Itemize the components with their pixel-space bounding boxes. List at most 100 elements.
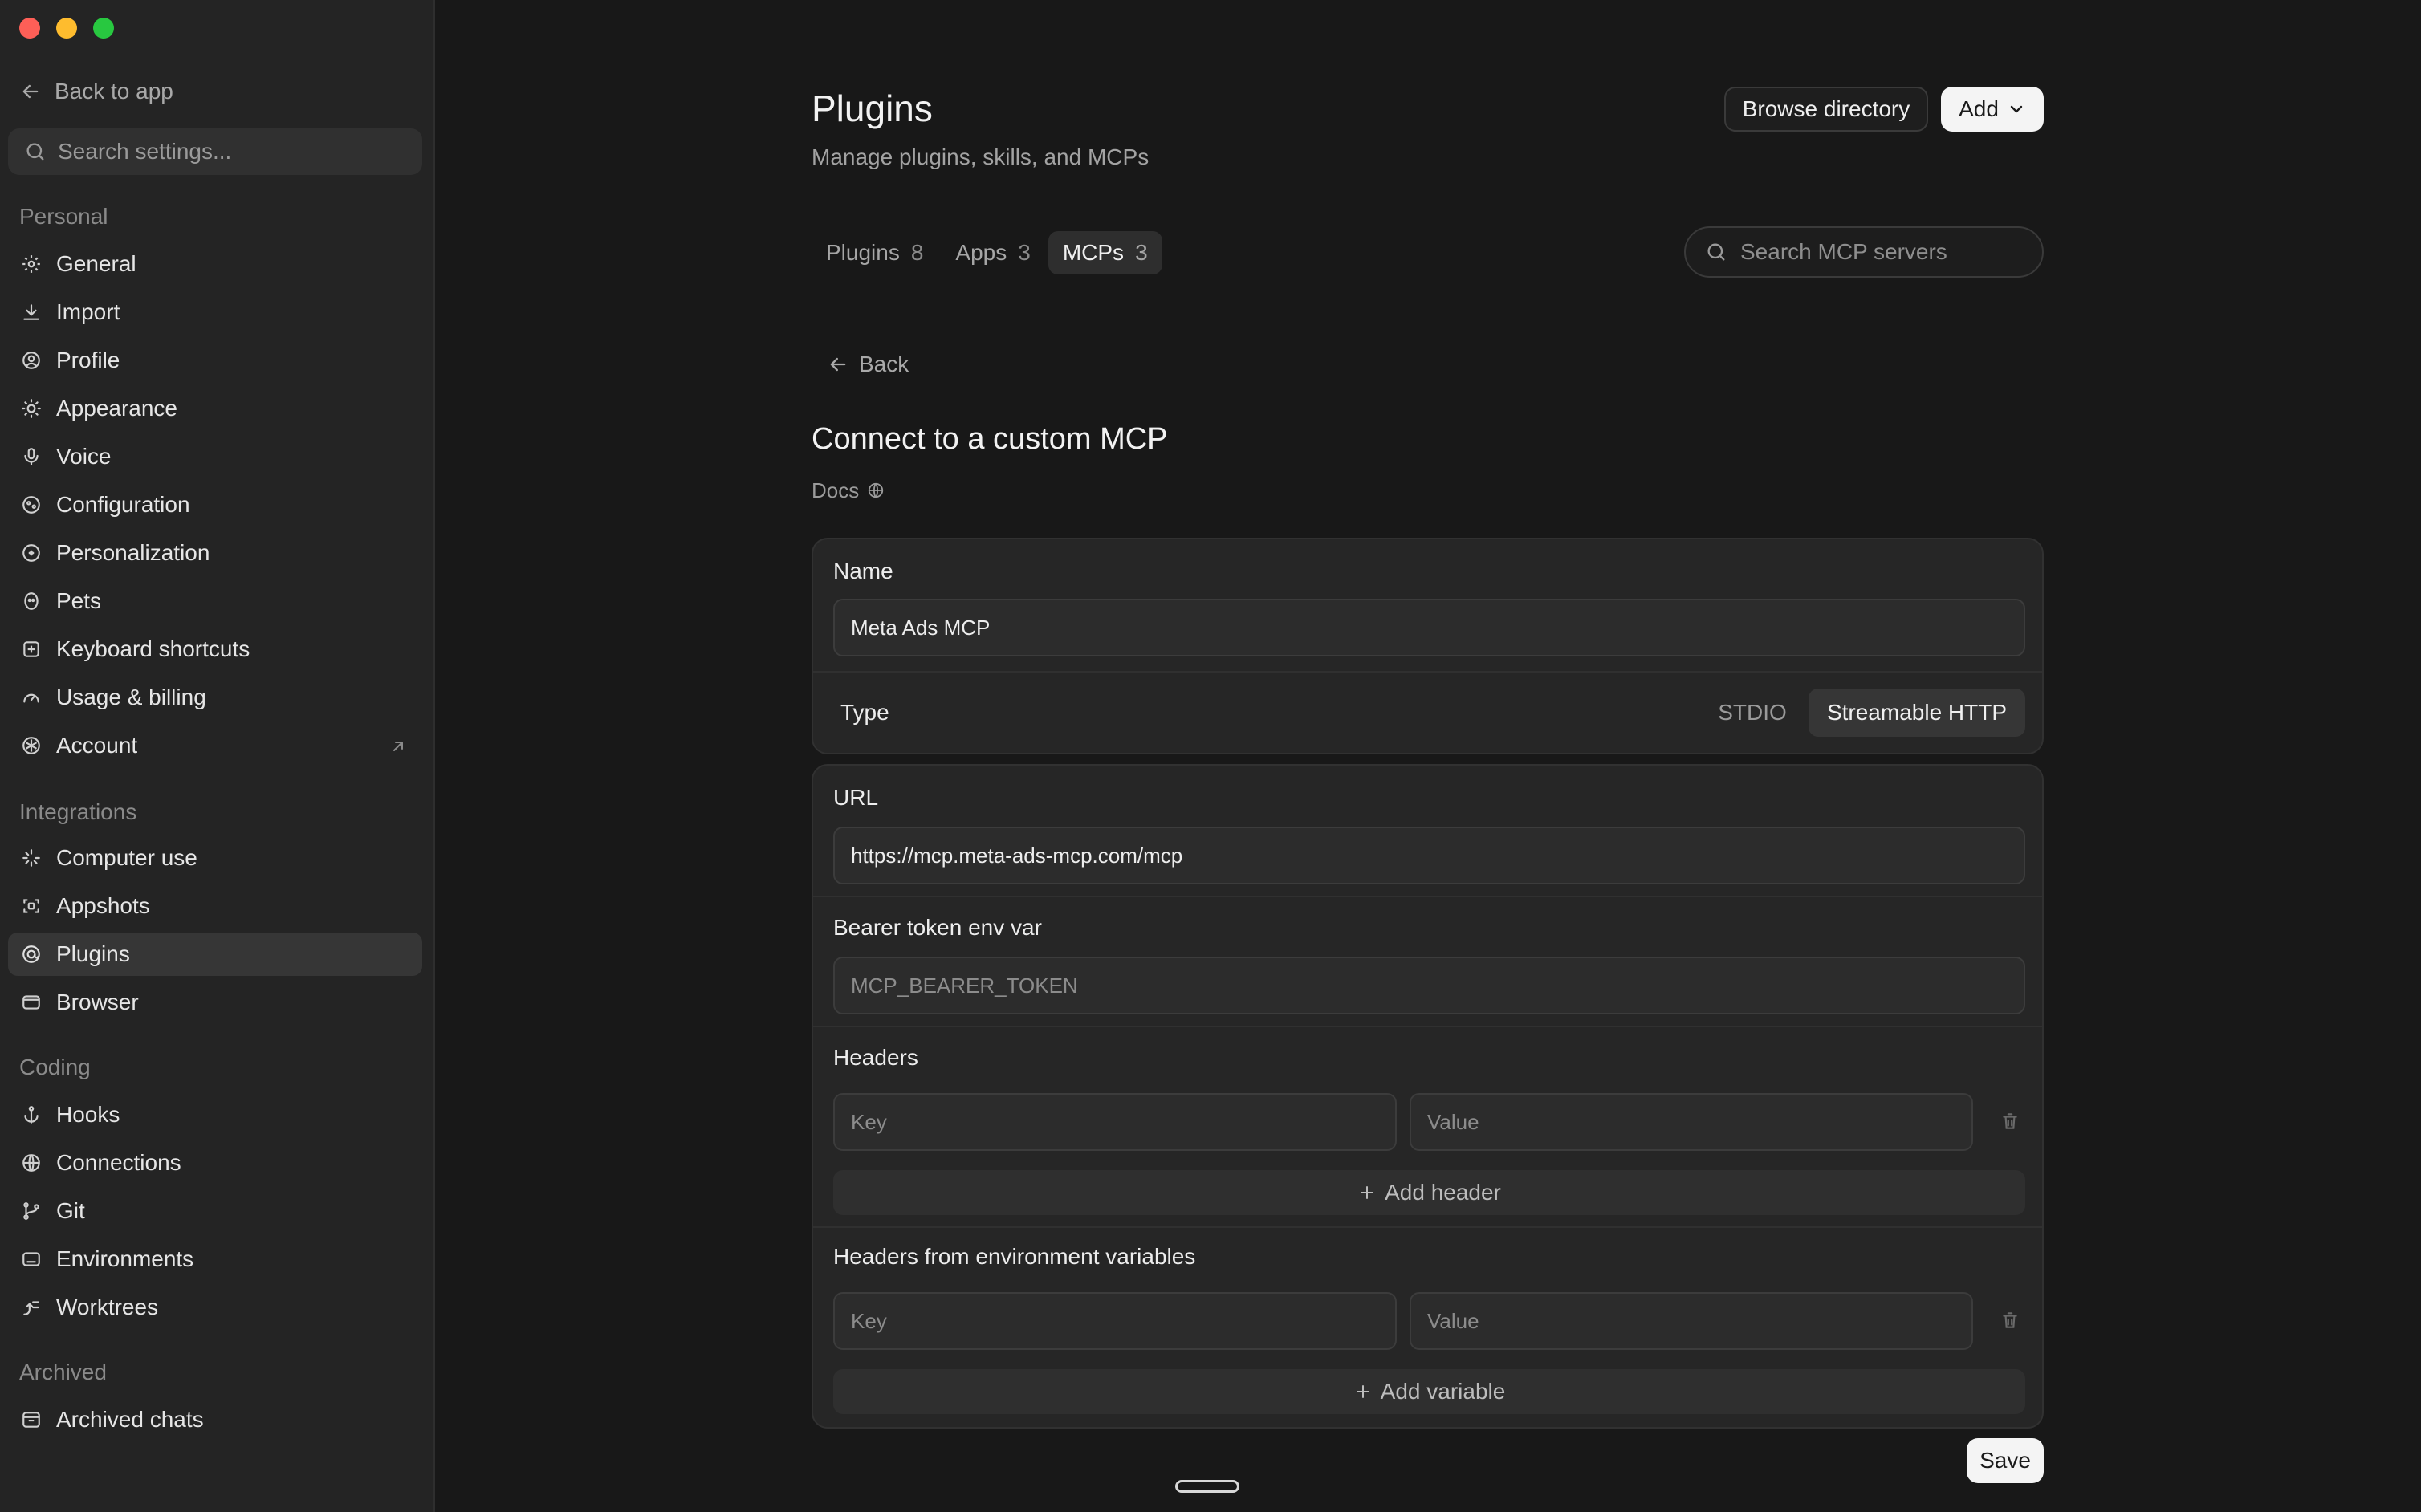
sidebar-item-label: Pets <box>56 588 102 613</box>
browser-icon <box>22 995 40 1010</box>
keyboard-icon <box>23 641 39 657</box>
url-input[interactable] <box>833 827 2025 884</box>
name-input[interactable] <box>833 599 2025 656</box>
headers-label: Headers <box>833 1045 918 1070</box>
sidebar-item-voice[interactable]: Voice <box>8 435 422 478</box>
sidebar-item-label: Appearance <box>56 396 178 421</box>
sidebar-item-account[interactable]: Account <box>8 724 422 767</box>
scroll-handle[interactable] <box>1175 1480 1239 1493</box>
type-option-streamable-http[interactable]: Streamable HTTP <box>1809 689 2025 737</box>
sidebar-item-usage-billing[interactable]: Usage & billing <box>8 676 422 719</box>
add-header-button[interactable]: Add header <box>833 1170 2025 1215</box>
trash-icon[interactable] <box>2000 1111 2020 1132</box>
sidebar-item-appearance[interactable]: Appearance <box>8 387 422 430</box>
name-label: Name <box>833 559 893 583</box>
add-variable-label: Add variable <box>1380 1379 1506 1404</box>
minimize-window-button[interactable] <box>56 18 77 39</box>
docs-link[interactable]: Docs <box>812 477 885 504</box>
close-window-button[interactable] <box>19 18 40 39</box>
sidebar-item-label: Account <box>56 733 138 758</box>
divider <box>813 1226 2042 1228</box>
sidebar-item-label: Worktrees <box>56 1295 159 1319</box>
sparkle-circle-icon <box>22 544 40 562</box>
settings-search-input[interactable] <box>58 139 411 165</box>
back-to-app-link[interactable]: Back to app <box>19 75 173 108</box>
settings-search[interactable] <box>8 128 422 175</box>
external-link-icon <box>393 742 403 751</box>
sidebar-item-import[interactable]: Import <box>8 291 422 334</box>
gauge-icon <box>23 693 39 703</box>
tab-label: Plugins <box>826 240 900 265</box>
mcp-search-input[interactable] <box>1740 239 2029 265</box>
bearer-token-label: Bearer token env var <box>833 915 1042 940</box>
env-header-value-input[interactable] <box>1410 1292 1973 1350</box>
sidebar: Back to app Personal General Import Prof… <box>0 0 435 1512</box>
tab-apps[interactable]: Apps 3 <box>941 231 1044 274</box>
sidebar-item-label: Keyboard shortcuts <box>56 636 250 661</box>
sidebar-item-general[interactable]: General <box>8 242 422 286</box>
microphone-icon <box>24 448 39 465</box>
tab-plugins[interactable]: Plugins 8 <box>812 231 938 274</box>
add-button-label: Add <box>1959 96 1999 121</box>
sun-icon <box>22 399 41 418</box>
gear-icon <box>22 255 40 273</box>
plugin-icon <box>22 945 40 963</box>
sidebar-item-connections[interactable]: Connections <box>8 1141 422 1185</box>
back-link[interactable]: Back <box>827 348 909 380</box>
chevron-down-icon <box>2010 105 2023 113</box>
pointer-sparkle-icon <box>22 849 40 867</box>
section-label-coding: Coding <box>19 1055 91 1079</box>
connection-card: URL Bearer token env var Headers Add hea… <box>812 764 2044 1429</box>
sidebar-item-label: Personalization <box>56 540 210 565</box>
browse-directory-button[interactable]: Browse directory <box>1724 87 1928 132</box>
worktree-icon <box>23 1301 39 1315</box>
header-key-input[interactable] <box>833 1093 1397 1151</box>
divider <box>813 896 2042 897</box>
section-label-archived: Archived <box>19 1360 107 1384</box>
sidebar-item-browser[interactable]: Browser <box>8 981 422 1024</box>
sidebar-item-hooks[interactable]: Hooks <box>8 1093 422 1136</box>
screenshot-frame-icon <box>23 899 39 913</box>
type-option-stdio[interactable]: STDIO <box>1712 689 1792 737</box>
arrow-left-icon <box>830 357 846 372</box>
sidebar-item-label: Connections <box>56 1150 181 1175</box>
sidebar-item-label: Usage & billing <box>56 685 206 709</box>
sidebar-item-appshots[interactable]: Appshots <box>8 884 422 928</box>
bearer-token-input[interactable] <box>833 957 2025 1014</box>
add-variable-button[interactable]: Add variable <box>833 1369 2025 1414</box>
zoom-window-button[interactable] <box>93 18 114 39</box>
mcp-search[interactable] <box>1684 226 2044 278</box>
add-button[interactable]: Add <box>1941 87 2044 132</box>
git-branch-icon <box>23 1202 39 1220</box>
sidebar-item-git[interactable]: Git <box>8 1189 422 1233</box>
sidebar-item-personalization[interactable]: Personalization <box>8 531 422 575</box>
tab-mcps[interactable]: MCPs 3 <box>1048 231 1162 274</box>
sidebar-item-environments[interactable]: Environments <box>8 1238 422 1281</box>
header-value-input[interactable] <box>1410 1093 1973 1151</box>
sidebar-item-computer-use[interactable]: Computer use <box>8 836 422 880</box>
sidebar-item-worktrees[interactable]: Worktrees <box>8 1286 422 1329</box>
sidebar-item-label: Browser <box>56 990 139 1014</box>
globe-icon <box>869 482 884 498</box>
sidebar-item-label: Plugins <box>56 941 130 966</box>
sidebar-item-label: Appshots <box>56 893 150 918</box>
divider <box>813 1026 2042 1027</box>
sidebar-item-archived-chats[interactable]: Archived chats <box>8 1398 422 1441</box>
type-row: Type STDIO Streamable HTTP <box>813 671 2042 756</box>
sidebar-item-profile[interactable]: Profile <box>8 339 422 382</box>
save-button[interactable]: Save <box>1967 1438 2044 1483</box>
sidebar-item-keyboard-shortcuts[interactable]: Keyboard shortcuts <box>8 628 422 671</box>
tab-label: Apps <box>955 240 1007 265</box>
monitor-icon <box>22 1252 40 1266</box>
plus-icon <box>1361 1186 1374 1199</box>
sidebar-item-label: Configuration <box>56 492 190 517</box>
tab-count: 8 <box>910 240 924 265</box>
sidebar-item-label: Archived chats <box>56 1407 204 1432</box>
tab-count: 3 <box>1018 240 1031 265</box>
env-header-key-input[interactable] <box>833 1292 1397 1350</box>
sidebar-item-plugins[interactable]: Plugins <box>8 933 422 976</box>
trash-icon[interactable] <box>2000 1310 2020 1331</box>
form-title: Connect to a custom MCP <box>812 422 1168 456</box>
sidebar-item-pets[interactable]: Pets <box>8 579 422 623</box>
sidebar-item-configuration[interactable]: Configuration <box>8 483 422 526</box>
